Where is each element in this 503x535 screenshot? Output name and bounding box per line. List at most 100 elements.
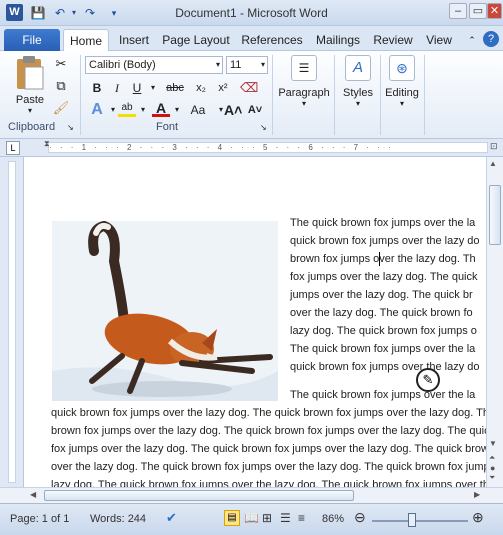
document-page[interactable]: The quick brown fox jumps over the la qu… — [24, 157, 486, 487]
text-line: brown fox jumps over the lazy dog. Th — [290, 253, 476, 265]
text-line: brown fox jumps over the lazy dog. The q… — [51, 425, 486, 437]
styles-icon: A — [345, 55, 371, 81]
divider — [334, 55, 335, 135]
draft-icon[interactable]: ≡ — [298, 511, 305, 525]
subscript-icon[interactable]: x₂ — [192, 79, 210, 97]
horizontal-scroll-thumb[interactable] — [44, 490, 354, 501]
previous-page-icon[interactable]: ⏶ — [489, 453, 495, 463]
full-screen-reading-icon[interactable]: 📖 — [244, 511, 259, 525]
text-line: fox jumps over the lazy dog. The quick — [290, 271, 478, 283]
paragraph-button[interactable]: ☰ Paragraph ▾ — [276, 55, 332, 119]
clipboard-launcher-icon[interactable]: ↘ — [67, 123, 74, 132]
clear-formatting-icon[interactable]: ⌫ — [240, 79, 258, 97]
text-line: jumps over the lazy dog. The quick br — [290, 289, 473, 301]
next-page-icon[interactable]: ⏷ — [489, 473, 495, 483]
paste-button[interactable]: Paste ▾ — [10, 55, 50, 115]
scroll-up-icon[interactable]: ▲ — [489, 159, 497, 168]
editing-label: Editing — [385, 87, 419, 99]
shrink-font-icon[interactable]: A˅ — [246, 101, 264, 119]
text-line: The quick brown fox jumps over the la — [290, 343, 476, 355]
font-name-value: Calibri (Body) — [89, 59, 156, 71]
zoom-slider[interactable] — [372, 520, 468, 522]
tab-file[interactable]: File — [4, 29, 60, 51]
fox-image[interactable] — [52, 221, 278, 401]
horizontal-ruler[interactable]: L · · · 1 · · · 2 · · · 3 · · · 4 · · · … — [0, 139, 503, 157]
text-line: The quick brown fox jumps over the la — [290, 389, 476, 401]
text-line: over the lazy dog. The quick brown fo — [290, 307, 473, 319]
web-layout-icon[interactable]: ⊞ — [262, 511, 272, 525]
zoom-slider-handle[interactable] — [408, 513, 416, 527]
format-painter-icon[interactable]: 🖌 — [52, 100, 70, 118]
highlight-dropdown-icon[interactable]: ▾ — [134, 101, 152, 119]
maximize-icon[interactable]: ▭ — [469, 3, 487, 19]
divider — [272, 55, 273, 135]
text-line: lazy dog. The quick brown fox jumps over… — [51, 479, 486, 487]
superscript-icon[interactable]: x² — [214, 79, 232, 97]
browse-object-icon[interactable]: ● — [490, 463, 495, 473]
styles-label: Styles — [343, 87, 373, 99]
proofing-icon[interactable]: ✔ — [166, 510, 177, 526]
zoom-level[interactable]: 86% — [322, 513, 344, 525]
styles-button[interactable]: A Styles ▾ — [338, 55, 378, 119]
text-line: fox jumps over the lazy dog. The quick b… — [51, 443, 486, 455]
zoom-out-icon[interactable]: ⊖ — [354, 509, 366, 526]
font-name-dropdown-icon[interactable]: ▾ — [216, 57, 220, 73]
zoom-in-icon[interactable]: ⊕ — [472, 509, 484, 526]
outline-icon[interactable]: ☰ — [280, 511, 291, 525]
strikethrough-icon[interactable]: abc — [162, 79, 188, 97]
change-case-icon[interactable]: Aa — [186, 101, 210, 119]
window-title: Document1 - Microsoft Word — [175, 6, 328, 20]
indent-marker-icon[interactable]: ⧗ — [44, 139, 50, 149]
text-line: lazy dog. The quick brown fox jumps o — [290, 325, 477, 337]
font-name-box[interactable]: Calibri (Body) ▾ — [85, 56, 223, 74]
horizontal-scrollbar[interactable]: ◀ ▶ — [0, 487, 503, 503]
tab-home[interactable]: Home — [63, 29, 109, 51]
help-icon[interactable]: ? — [483, 31, 499, 47]
ribbon-minimize-icon[interactable]: ⌃ — [464, 29, 480, 51]
font-launcher-icon[interactable]: ↘ — [260, 123, 267, 132]
view-ruler-icon[interactable]: ⊡ — [490, 141, 502, 154]
font-size-dropdown-icon[interactable]: ▾ — [261, 57, 265, 73]
scroll-right-icon[interactable]: ▶ — [474, 490, 480, 499]
close-icon[interactable]: ✕ — [487, 3, 502, 19]
ink-pen-icon: ✎ — [416, 368, 440, 392]
ribbon: Paste ▾ ✂ ⧉ 🖌 Clipboard ↘ Calibri (Body)… — [0, 51, 503, 139]
text-line: quick brown fox jumps over the lazy dog.… — [51, 407, 486, 419]
tab-selector-icon[interactable]: L — [6, 141, 20, 155]
paragraph-label: Paragraph — [278, 87, 330, 99]
ruler-scale: · · · 1 · · · 2 · · · 3 · · · 4 · · · 5 … — [48, 142, 488, 153]
font-group-label: Font — [156, 121, 179, 133]
bold-icon[interactable]: B — [88, 79, 106, 97]
vertical-scrollbar[interactable]: ▲ ▼ ⏶ ● ⏷ — [486, 157, 503, 487]
paste-label: Paste — [15, 94, 45, 106]
italic-icon[interactable]: I — [108, 79, 126, 97]
scroll-down-icon[interactable]: ▼ — [489, 439, 497, 448]
status-bar: Page: 1 of 1 Words: 244 ✔ ▤ 📖 ⊞ ☰ ≡ 86% … — [0, 503, 503, 535]
font-size-box[interactable]: 11 ▾ — [226, 56, 268, 74]
cut-icon[interactable]: ✂ — [52, 56, 70, 74]
tab-mailings[interactable]: Mailings — [310, 29, 366, 51]
tab-references[interactable]: References — [237, 29, 307, 51]
title-bar: W 💾 ↶ ▾ ↷ ▾ Document1 - Microsoft Word ‒… — [0, 0, 503, 26]
minimize-icon[interactable]: ‒ — [449, 3, 467, 19]
tab-review[interactable]: Review — [369, 29, 417, 51]
scroll-left-icon[interactable]: ◀ — [30, 490, 36, 499]
print-layout-icon[interactable]: ▤ — [224, 510, 240, 526]
underline-dropdown-icon[interactable]: ▾ — [144, 79, 162, 97]
vertical-scroll-thumb[interactable] — [489, 185, 501, 245]
tab-view[interactable]: View — [420, 29, 458, 51]
tab-insert[interactable]: Insert — [113, 29, 155, 51]
vertical-ruler-scale — [8, 161, 16, 483]
copy-icon[interactable]: ⧉ — [52, 78, 70, 96]
font-color-dropdown-icon[interactable]: ▾ — [168, 101, 186, 119]
editing-button[interactable]: ⊛ Editing ▾ — [382, 55, 422, 119]
text-line: quick brown fox jumps over the lazy do — [290, 361, 480, 373]
tab-page-layout[interactable]: Page Layout — [158, 29, 234, 51]
text-line: quick brown fox jumps over the lazy do — [290, 235, 480, 247]
styles-dropdown-icon: ▾ — [355, 99, 360, 108]
font-size-value: 11 — [230, 59, 242, 71]
page-count[interactable]: Page: 1 of 1 — [10, 513, 69, 525]
word-count[interactable]: Words: 244 — [90, 513, 146, 525]
grow-font-icon[interactable]: A˄ — [224, 101, 242, 119]
text-line: over the lazy dog. The quick brown fox j… — [51, 461, 486, 473]
